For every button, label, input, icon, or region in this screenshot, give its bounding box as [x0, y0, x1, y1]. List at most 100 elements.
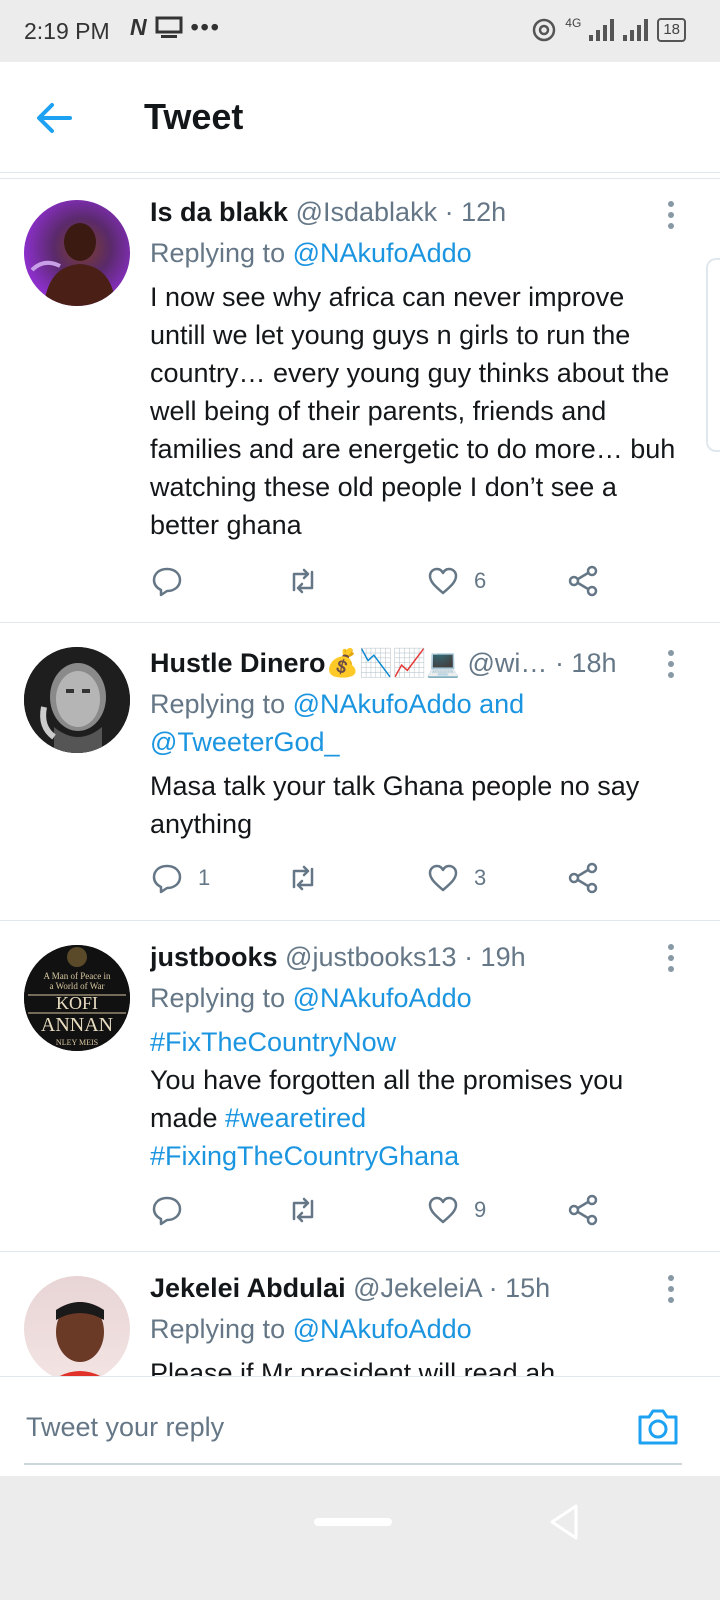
replying-to: Replying to @NAkufoAddo: [150, 234, 684, 272]
page-title: Tweet: [144, 96, 244, 137]
share-icon: [568, 1194, 598, 1226]
author-name[interactable]: Hustle Dinero💰📉📈💻: [150, 648, 460, 678]
reply-button[interactable]: 1: [150, 861, 210, 895]
scrollbar-thumb[interactable]: [706, 258, 720, 452]
avatar[interactable]: [24, 200, 130, 306]
reply-input[interactable]: [24, 1403, 608, 1451]
arrow-left-icon: [37, 103, 72, 133]
tweet-time: · 19h: [464, 942, 526, 972]
retweet-button[interactable]: [286, 1193, 334, 1227]
avatar[interactable]: [24, 1276, 130, 1376]
status-bar: 2:19 PM N ••• 4G 18: [0, 0, 720, 62]
author-handle[interactable]: @wi…: [468, 648, 548, 678]
tweet-text: Masa talk your talk Ghana people no say …: [150, 771, 640, 839]
nav-back-icon[interactable]: [546, 1502, 582, 1542]
tweet-item[interactable]: Hustle Dinero💰📉📈💻 @wi… · 18h Replying to…: [0, 623, 720, 921]
comment-icon: [152, 864, 182, 894]
app-header: Tweet: [0, 62, 720, 173]
replying-to: Replying to @NAkufoAddo and @TweeterGod_: [150, 685, 684, 761]
like-button[interactable]: 3: [426, 861, 486, 895]
replying-prefix: Replying to: [150, 983, 286, 1013]
signal-icon: [589, 19, 615, 41]
n-icon: N: [130, 14, 147, 40]
signal-icon-2: [623, 19, 649, 41]
share-button[interactable]: [566, 1193, 600, 1227]
like-count: 9: [474, 1197, 487, 1222]
avatar-portrait-image: [24, 647, 130, 753]
share-button[interactable]: [566, 564, 600, 598]
like-button[interactable]: 6: [426, 564, 486, 598]
like-count: 3: [474, 865, 487, 890]
heart-icon: [428, 864, 458, 892]
author-handle[interactable]: @justbooks13: [285, 942, 457, 972]
book-cover-line: ANNAN: [41, 1014, 113, 1036]
hashtag-link[interactable]: #wearetired: [225, 1103, 366, 1133]
replying-prefix: Replying to: [150, 238, 286, 268]
monitor-icon: [155, 16, 183, 38]
camera-button[interactable]: [636, 1407, 680, 1447]
tweet-header: Is da blakk @Isdablakk · 12h: [150, 194, 684, 230]
tweet-text: I now see why africa can never improve u…: [150, 282, 676, 540]
tweet-text: Please if Mr president will read ah: [150, 1358, 556, 1376]
reply-count: 1: [198, 865, 211, 890]
hashtag-link[interactable]: #FixTheCountryNow: [150, 1027, 396, 1057]
replying-to: Replying to @NAkufoAddo: [150, 979, 684, 1017]
back-button[interactable]: [30, 94, 78, 142]
retweet-icon: [292, 865, 314, 891]
hashtag-link[interactable]: #FixingTheCountryGhana: [150, 1141, 459, 1171]
reply-button[interactable]: [150, 564, 198, 598]
tweet-header: Jekelei Abdulai @JekeleiA · 15h: [150, 1270, 684, 1306]
share-icon: [568, 565, 598, 597]
more-vertical-icon[interactable]: [666, 649, 676, 679]
hotspot-icon: [533, 18, 556, 42]
battery-icon: 18: [657, 18, 686, 42]
tweet-header: justbooks @justbooks13 · 19h: [150, 939, 684, 975]
author-name[interactable]: justbooks: [150, 942, 278, 972]
tweet-item[interactable]: Jekelei Abdulai @JekeleiA · 15h Replying…: [0, 1252, 720, 1376]
tweet-time: · 12h: [444, 197, 507, 227]
retweet-icon: [292, 1197, 314, 1223]
tweet-text-body: You have forgotten all the promises you …: [150, 1065, 624, 1133]
mention-link[interactable]: @NAkufoAddo: [293, 1314, 472, 1344]
tweet-item[interactable]: A Man of Peace in a World of War KOFI AN…: [0, 921, 720, 1252]
avatar-book-cover-image: A Man of Peace in a World of War KOFI AN…: [24, 945, 130, 1051]
system-icons: 4G 18: [531, 16, 686, 44]
author-name[interactable]: Jekelei Abdulai: [150, 1273, 346, 1303]
author-handle[interactable]: @Isdablakk: [296, 197, 437, 227]
status-time: 2:19 PM: [24, 18, 110, 44]
mention-link[interactable]: @NAkufoAddo: [293, 238, 472, 268]
reply-button[interactable]: [150, 1193, 198, 1227]
book-cover-line: A Man of Peace in: [44, 971, 111, 981]
divider: [0, 178, 720, 179]
retweet-button[interactable]: [286, 861, 334, 895]
tweet-item[interactable]: Is da blakk @Isdablakk · 12h Replying to…: [0, 180, 720, 623]
notification-icons: N •••: [130, 14, 221, 41]
network-type: 4G: [565, 16, 582, 30]
more-vertical-icon[interactable]: [666, 943, 676, 973]
author-handle[interactable]: @JekeleiA: [353, 1273, 481, 1303]
tweet-time: · 18h: [554, 648, 617, 678]
tweet-actions: 6: [150, 564, 630, 604]
retweet-icon: [292, 568, 314, 594]
like-button[interactable]: 9: [426, 1193, 486, 1227]
more-vertical-icon[interactable]: [666, 200, 676, 230]
heart-icon: [428, 1196, 458, 1224]
avatar[interactable]: [24, 647, 130, 753]
avatar[interactable]: A Man of Peace in a World of War KOFI AN…: [24, 945, 130, 1051]
retweet-button[interactable]: [286, 564, 334, 598]
replying-to: Replying to @NAkufoAddo: [150, 1310, 684, 1348]
author-name[interactable]: Is da blakk: [150, 197, 288, 227]
book-cover-line: NLEY MEIS: [56, 1038, 98, 1047]
home-gesture-pill[interactable]: [314, 1518, 392, 1526]
heart-icon: [428, 567, 458, 595]
more-vertical-icon[interactable]: [666, 1274, 676, 1304]
like-count: 6: [474, 568, 487, 593]
more-notifications-icon: •••: [190, 14, 221, 40]
replying-prefix: Replying to: [150, 689, 286, 719]
share-button[interactable]: [566, 861, 600, 895]
system-navigation-bar: [0, 1476, 720, 1600]
avatar-person-image: [56, 1302, 104, 1376]
tweet-header: Hustle Dinero💰📉📈💻 @wi… · 18h: [150, 645, 684, 681]
mention-link[interactable]: @NAkufoAddo: [293, 983, 472, 1013]
input-underline: [24, 1463, 682, 1465]
